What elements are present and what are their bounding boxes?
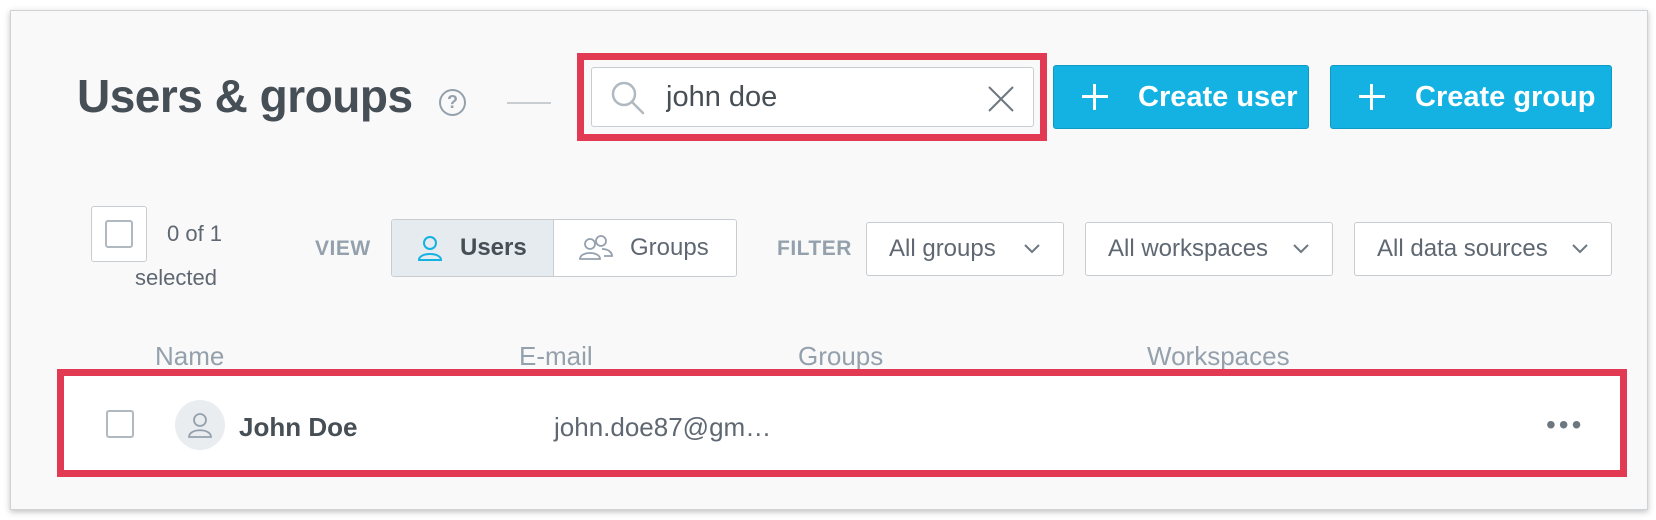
users-groups-panel: Users & groups ? Create user Create grou…	[10, 10, 1648, 510]
column-header-groups[interactable]: Groups	[798, 341, 883, 372]
datasources-filter-dropdown[interactable]: All data sources	[1354, 222, 1612, 276]
chevron-down-icon	[1572, 244, 1588, 254]
chevron-down-icon	[1293, 244, 1309, 254]
view-groups-option[interactable]: Groups	[554, 220, 736, 276]
column-header-name[interactable]: Name	[155, 341, 224, 372]
search-highlight	[577, 53, 1047, 141]
select-all-checkbox[interactable]	[105, 220, 133, 248]
plus-icon	[1082, 84, 1108, 110]
view-label: VIEW	[315, 237, 371, 260]
workspaces-filter-value: All workspaces	[1108, 235, 1269, 262]
users-icon	[579, 235, 613, 260]
groups-filter-dropdown[interactable]: All groups	[866, 222, 1064, 276]
workspaces-filter-dropdown[interactable]: All workspaces	[1085, 222, 1333, 276]
view-groups-label: Groups	[630, 234, 709, 261]
create-user-button[interactable]: Create user	[1053, 65, 1309, 129]
groups-filter-value: All groups	[889, 235, 996, 262]
create-group-button[interactable]: Create group	[1330, 65, 1612, 129]
view-users-option[interactable]: Users	[392, 220, 554, 276]
plus-icon	[1359, 84, 1385, 110]
help-icon[interactable]: ?	[439, 89, 466, 116]
selection-label: selected	[135, 265, 217, 290]
user-icon	[417, 236, 443, 261]
datasources-filter-value: All data sources	[1377, 235, 1548, 262]
column-header-email[interactable]: E-mail	[519, 341, 593, 372]
filter-label: FILTER	[777, 237, 852, 260]
create-group-label: Create group	[1415, 80, 1596, 113]
chevron-down-icon	[1024, 244, 1040, 254]
select-all-box[interactable]	[91, 206, 147, 262]
column-header-workspaces[interactable]: Workspaces	[1147, 341, 1290, 372]
page-title: Users & groups	[77, 70, 413, 122]
row-highlight	[57, 369, 1627, 477]
view-toggle: Users Groups	[391, 219, 737, 277]
selection-count: 0 of 1	[167, 221, 223, 246]
view-users-label: Users	[460, 234, 527, 261]
create-user-label: Create user	[1138, 80, 1298, 113]
title-divider	[507, 102, 551, 104]
